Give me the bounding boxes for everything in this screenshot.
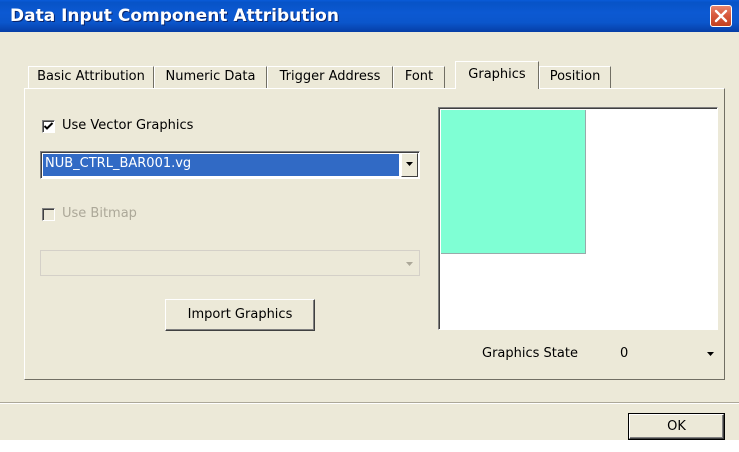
ok-button[interactable]: OK <box>628 413 725 440</box>
footer-divider <box>0 402 739 404</box>
vector-file-select[interactable]: NUB_CTRL_BAR001.vg <box>40 151 420 179</box>
tab-graphics[interactable]: Graphics <box>455 61 539 89</box>
tab-font[interactable]: Font <box>393 66 445 88</box>
graphics-state-value: 0 <box>620 346 629 361</box>
ok-label: OK <box>667 419 686 434</box>
graphics-preview <box>438 107 718 330</box>
import-graphics-label: Import Graphics <box>187 307 293 322</box>
preview-shape <box>441 110 586 254</box>
tab-trigger-address[interactable]: Trigger Address <box>267 66 393 88</box>
bitmap-file-select[interactable] <box>40 250 420 276</box>
tab-label: Basic Attribution <box>37 69 145 84</box>
import-graphics-button[interactable]: Import Graphics <box>165 299 315 331</box>
vector-file-dropdown-button[interactable] <box>401 153 418 177</box>
tab-basic-attribution[interactable]: Basic Attribution <box>28 66 154 88</box>
tab-label: Position <box>549 69 601 84</box>
graphics-state-label: Graphics State <box>482 346 578 361</box>
window-title: Data Input Component Attribution <box>10 6 339 26</box>
tab-position[interactable]: Position <box>539 66 611 88</box>
dialog-window: Data Input Component Attribution Basic A… <box>0 0 739 440</box>
chevron-down-icon <box>406 262 413 266</box>
tab-numeric-data[interactable]: Numeric Data <box>154 66 267 88</box>
chevron-down-icon <box>406 162 413 166</box>
tab-label: Numeric Data <box>165 69 256 84</box>
use-bitmap-label[interactable]: Use Bitmap <box>62 206 137 221</box>
graphics-state-select[interactable]: 0 <box>614 342 720 366</box>
use-vector-graphics-checkbox[interactable] <box>42 120 55 133</box>
checkmark-icon <box>43 122 54 130</box>
close-icon <box>714 9 728 23</box>
tab-label: Font <box>404 69 434 84</box>
use-bitmap-checkbox[interactable] <box>42 208 55 221</box>
tab-label: Graphics <box>468 67 526 82</box>
use-vector-graphics-label[interactable]: Use Vector Graphics <box>62 118 193 133</box>
tab-label: Trigger Address <box>279 69 381 84</box>
chevron-down-icon <box>707 352 714 356</box>
close-button[interactable] <box>710 5 732 27</box>
title-bar[interactable]: Data Input Component Attribution <box>0 0 739 32</box>
vector-file-value: NUB_CTRL_BAR001.vg <box>43 154 399 176</box>
